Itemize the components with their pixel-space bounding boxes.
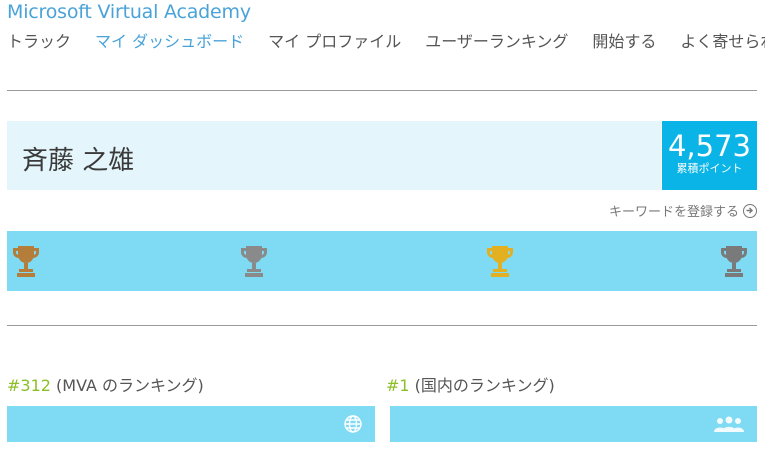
country-rank-number: #1 xyxy=(386,376,410,395)
trophy-icon xyxy=(487,246,513,277)
trophy-icon xyxy=(721,246,747,277)
divider xyxy=(7,325,757,326)
profile-name-band: 斉藤 之雄 xyxy=(7,121,661,190)
nav-item-user-ranking[interactable]: ユーザーランキング xyxy=(425,28,568,52)
mva-ranking-heading: #312 (MVA のランキング) xyxy=(7,372,204,396)
points-box: 4,573 累積ポイント xyxy=(662,121,757,190)
globe-icon xyxy=(344,415,362,433)
nav-item-faq[interactable]: よく寄せられ xyxy=(680,28,765,52)
trophy-band xyxy=(7,231,757,291)
divider xyxy=(7,90,757,91)
nav-item-my-profile[interactable]: マイ プロファイル xyxy=(268,28,401,52)
nav-item-tracks[interactable]: トラック xyxy=(7,28,71,52)
mva-rank-label: (MVA のランキング) xyxy=(50,376,204,395)
points-label: 累積ポイント xyxy=(676,162,743,175)
site-title[interactable]: Microsoft Virtual Academy xyxy=(7,1,251,23)
mva-ranking-bar xyxy=(7,406,375,442)
people-icon xyxy=(714,416,744,432)
nav-item-get-started[interactable]: 開始する xyxy=(592,28,656,52)
user-name: 斉藤 之雄 xyxy=(22,146,135,176)
arrow-right-circle-icon xyxy=(743,203,757,218)
main-nav: トラック マイ ダッシュボード マイ プロファイル ユーザーランキング 開始する… xyxy=(7,28,765,52)
country-rank-label: (国内のランキング) xyxy=(409,376,555,395)
register-keywords-link[interactable]: キーワードを登録する xyxy=(609,201,757,220)
mva-rank-number: #312 xyxy=(7,376,51,395)
points-value: 4,573 xyxy=(667,129,752,163)
country-ranking-heading: #1 (国内のランキング) xyxy=(386,372,555,396)
nav-item-my-dashboard[interactable]: マイ ダッシュボード xyxy=(95,28,244,52)
trophy-icon xyxy=(241,246,267,277)
country-ranking-bar xyxy=(390,406,757,442)
register-keywords-label: キーワードを登録する xyxy=(608,205,739,220)
trophy-icon xyxy=(13,246,39,277)
